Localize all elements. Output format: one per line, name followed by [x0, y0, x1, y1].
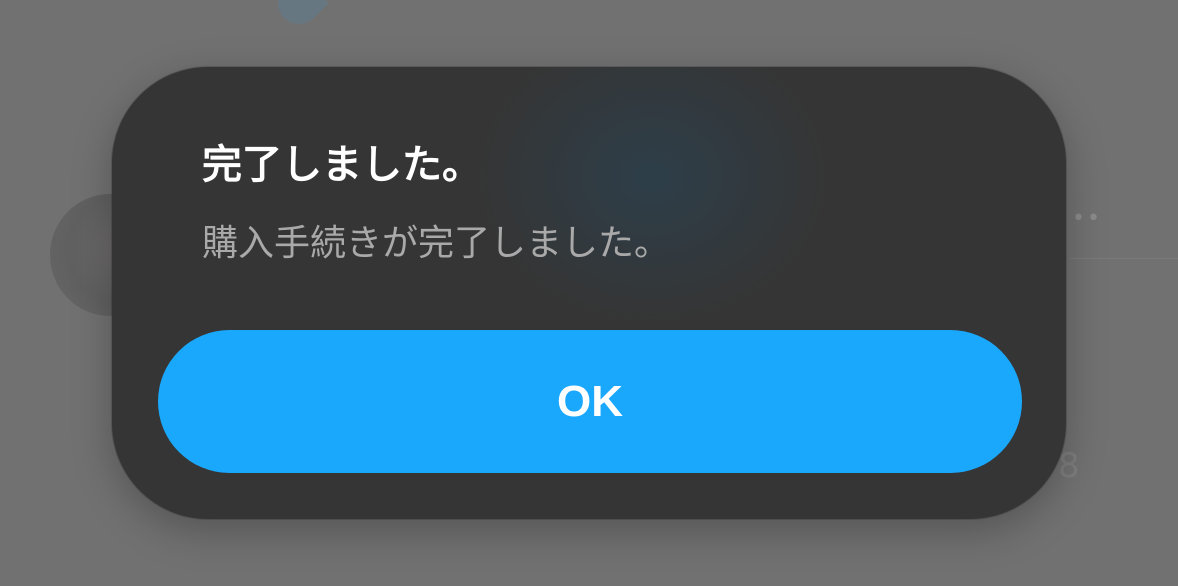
background-map-pin-icon	[269, 0, 329, 33]
screen: •• 8 完了しました。 購入手続きが完了しました。 OK	[0, 0, 1178, 586]
alert-dialog: 完了しました。 購入手続きが完了しました。 OK	[112, 67, 1066, 519]
background-divider	[1070, 258, 1178, 259]
alert-title: 完了しました。	[202, 142, 482, 188]
background-more-icon: ••	[1072, 206, 1102, 231]
ok-button-label: OK	[557, 376, 623, 426]
alert-backdrop-glow	[472, 67, 832, 327]
ok-button[interactable]: OK	[158, 330, 1022, 473]
alert-message: 購入手続きが完了しました。	[202, 223, 671, 264]
